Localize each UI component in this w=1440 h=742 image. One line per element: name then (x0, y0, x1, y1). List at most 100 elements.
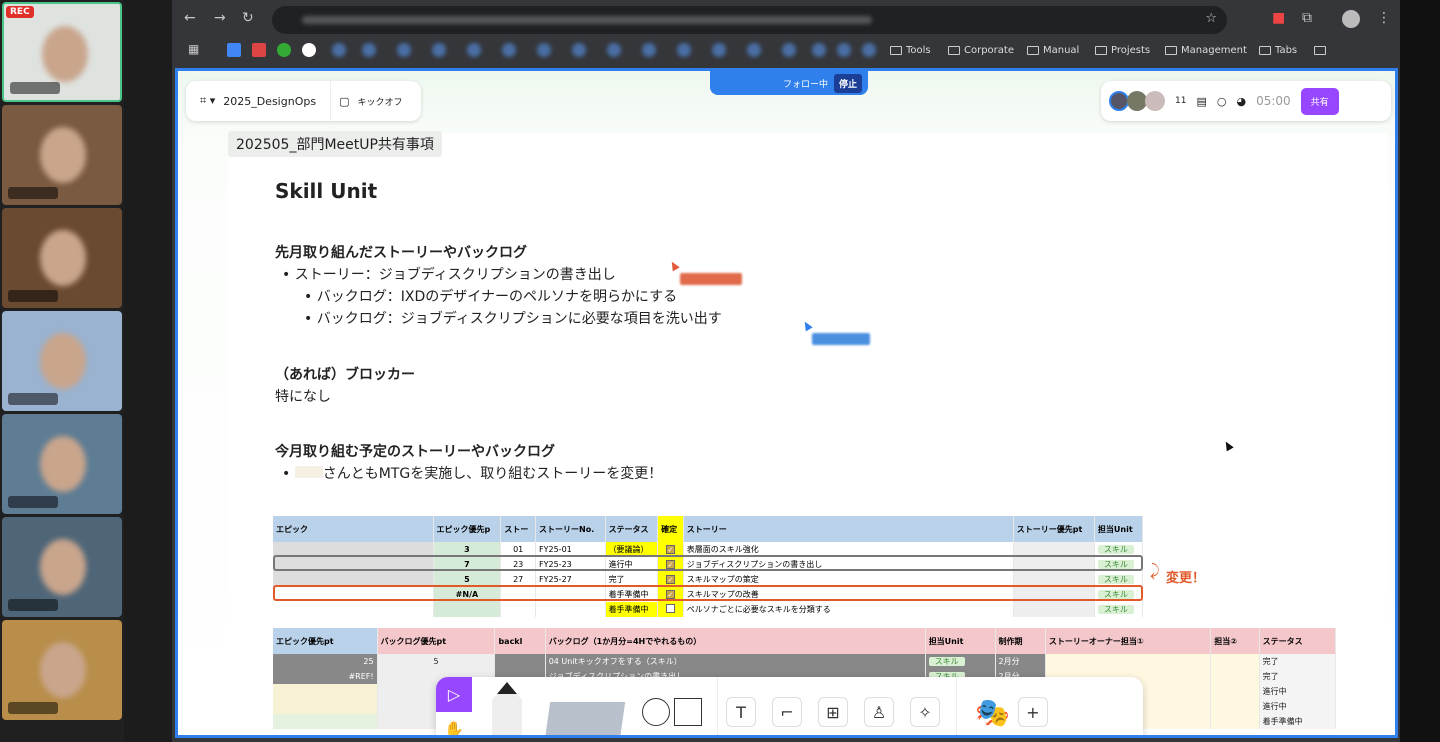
column-header[interactable]: ステータス (605, 516, 659, 542)
forward-icon[interactable]: → (214, 10, 226, 26)
select-tool-icon[interactable]: ▷ (436, 677, 472, 712)
highlight-new-story (273, 585, 1143, 601)
column-header[interactable]: エピック (273, 516, 434, 542)
bookmark-projests[interactable]: Projests (1095, 42, 1150, 58)
layout-icon[interactable]: ▤ (1196, 95, 1206, 108)
status-dropdown[interactable]: 着手準備中 (605, 602, 659, 617)
column-header[interactable]: ストーリーNo. (535, 516, 606, 542)
status-dropdown[interactable]: 完了 (1259, 669, 1337, 684)
section-tool-icon[interactable]: ⌐ (772, 697, 802, 727)
assignee2-cell[interactable] (1210, 669, 1260, 684)
collaborator-count[interactable]: 11 (1175, 96, 1186, 106)
apps-icon[interactable]: ▦ (188, 42, 199, 56)
stickers-icon[interactable]: 🎭 (975, 696, 1010, 729)
column-header[interactable]: backl (494, 628, 546, 654)
epic-cell[interactable] (273, 602, 434, 617)
bookmark-corporate[interactable]: Corporate (948, 42, 1014, 58)
pdf-extension-icon[interactable]: ■ (1272, 10, 1285, 26)
assignee2-cell[interactable] (1210, 654, 1260, 669)
participant-tile[interactable] (2, 620, 122, 720)
unit-cell[interactable]: スキル (1094, 602, 1144, 617)
confirm-checkbox[interactable]: ✓ (665, 545, 675, 554)
star-icon[interactable]: ☆ (1205, 11, 1217, 26)
profile-avatar[interactable] (1342, 10, 1360, 28)
column-header[interactable]: エピック優先pt (273, 628, 378, 654)
table-row[interactable]: 着手準備中 ペルソナごとに必要なスキルを分類する スキル (273, 602, 1144, 617)
doc-title: Skill Unit (275, 179, 378, 203)
assignee2-cell[interactable] (1210, 684, 1260, 699)
address-bar[interactable]: ☆ (272, 6, 1227, 34)
status-dropdown[interactable]: 完了 (1259, 654, 1337, 669)
back-icon[interactable]: ← (184, 10, 196, 26)
timer[interactable]: 05:00 (1256, 94, 1291, 108)
column-header[interactable]: 担当② (1210, 628, 1260, 654)
participant-tile[interactable] (2, 105, 122, 205)
status-dropdown[interactable]: 進行中 (1259, 699, 1337, 714)
avatar[interactable] (1127, 91, 1147, 111)
epic-pt-cell (273, 714, 378, 729)
bookmark-tabs[interactable]: Tabs (1259, 42, 1297, 58)
column-header[interactable]: ストー (500, 516, 537, 542)
column-header[interactable]: ストーリー優先pt (1013, 516, 1095, 542)
unit-cell[interactable]: スキル (925, 654, 996, 669)
hand-tool-icon[interactable]: ✋ (436, 712, 472, 735)
confirm-checkbox[interactable] (665, 604, 675, 613)
column-header[interactable]: バックログ優先pt (377, 628, 496, 654)
column-header[interactable]: 担当Unit (925, 628, 996, 654)
story-pt-cell[interactable] (1013, 602, 1095, 617)
menu-icon[interactable]: ⋮ (1377, 10, 1391, 26)
participant-tile[interactable] (2, 208, 122, 308)
assignee2-cell[interactable] (1210, 714, 1260, 729)
table-row[interactable]: 25 5 04 Unitキックオフをする（スキル） スキル 2月分 完了 (273, 654, 1337, 669)
stop-follow-button[interactable]: 停止 (833, 73, 862, 93)
bookmark-folder[interactable] (1314, 42, 1326, 58)
column-header[interactable]: ストーリー (683, 516, 1014, 542)
reload-icon[interactable]: ↻ (242, 10, 254, 26)
avatar[interactable] (1109, 91, 1129, 111)
marker-tool-icon[interactable] (492, 682, 522, 735)
story-no-cell (535, 602, 606, 617)
priority-cell[interactable] (433, 602, 502, 617)
file-name[interactable]: 2025_DesignOps (223, 95, 316, 108)
bookmark-management[interactable]: Management (1165, 42, 1247, 58)
sticky-note-tool-icon[interactable] (543, 702, 626, 735)
participant-tile[interactable] (2, 517, 122, 617)
browser-window: ← → ↻ ☆ ■ ⧉ ⋮ ▦ Tools Corporate Manual P… (172, 0, 1400, 742)
extensions-icon[interactable]: ⧉ (1302, 10, 1312, 26)
column-header[interactable]: ステータス (1259, 628, 1337, 654)
column-header[interactable]: 確定 (657, 516, 684, 542)
confirm-checkbox[interactable]: ✓ (665, 575, 675, 584)
bookmark-manual[interactable]: Manual (1027, 42, 1079, 58)
table-tool-icon[interactable]: ⊞ (818, 697, 848, 727)
column-header[interactable]: 担当Unit (1094, 516, 1144, 542)
status-dropdown[interactable]: 進行中 (1259, 684, 1337, 699)
figma-menu-icon[interactable]: ⌗ ▾ (200, 94, 215, 108)
participant-tile[interactable] (2, 414, 122, 514)
owner-cell[interactable] (1045, 654, 1212, 669)
section-title[interactable]: 202505_部門MeetUP共有事項 (228, 131, 442, 157)
bookmark-tools[interactable]: Tools (890, 42, 931, 58)
column-header[interactable]: 制作期 (995, 628, 1046, 654)
page-name[interactable]: キックオフ (357, 95, 402, 108)
stamp-tool-icon[interactable]: ♙ (864, 697, 894, 727)
share-button[interactable]: 共有 (1300, 87, 1339, 115)
ai-sparkle-icon[interactable]: ✧ (910, 697, 940, 727)
confirm-cell[interactable] (657, 602, 684, 617)
status-dropdown[interactable]: 着手準備中 (1259, 714, 1337, 729)
backlog-pt-dropdown[interactable]: 5 (377, 654, 496, 669)
square-icon (674, 698, 702, 726)
period-dropdown[interactable]: 2月分 (995, 654, 1046, 669)
column-header[interactable]: バックログ（1か月分=4Hでやれるもの） (545, 628, 926, 654)
figjam-canvas[interactable]: フォロー中 停止 ⌗ ▾ 2025_DesignOps ▢ キックオフ 11 ▤ … (175, 68, 1398, 738)
text-tool-icon[interactable]: T (726, 697, 756, 727)
avatar[interactable] (1145, 91, 1165, 111)
comment-icon[interactable]: ○ (1217, 95, 1227, 108)
story-item: • ストーリー：ジョブディスクリプションの書き出し (282, 267, 616, 283)
participant-tile[interactable] (2, 311, 122, 411)
assignee2-cell[interactable] (1210, 699, 1260, 714)
column-header[interactable]: エピック優先p (433, 516, 502, 542)
shape-tool[interactable] (642, 698, 702, 726)
column-header[interactable]: ストーリーオーナー担当① (1045, 628, 1212, 654)
timer-icon[interactable]: ◕ (1236, 95, 1246, 108)
more-tools-icon[interactable]: + (1017, 697, 1048, 727)
